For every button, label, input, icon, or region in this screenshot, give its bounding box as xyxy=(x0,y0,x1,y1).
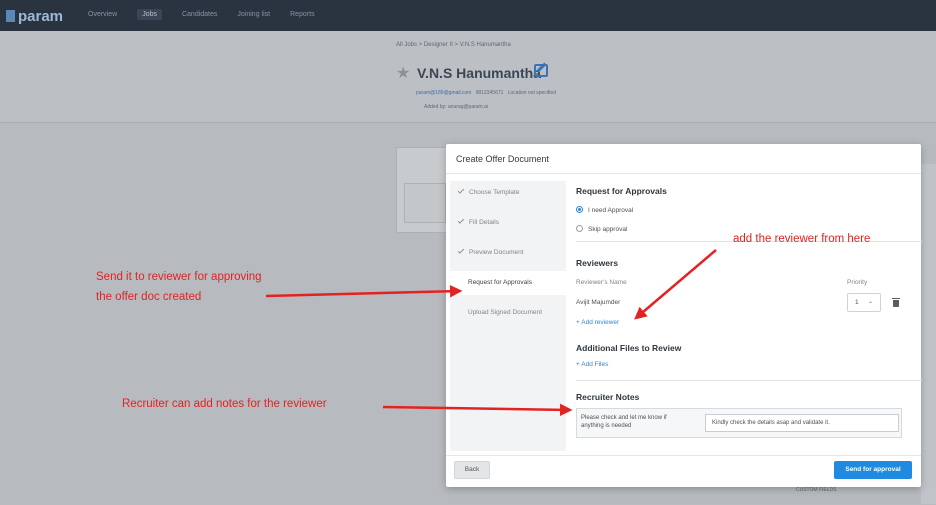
arrow-to-request-approvals xyxy=(265,285,463,298)
arrow-to-recruiter-notes xyxy=(382,403,573,417)
annotation-arrows xyxy=(265,249,717,417)
arrow-to-add-reviewer xyxy=(634,249,717,320)
